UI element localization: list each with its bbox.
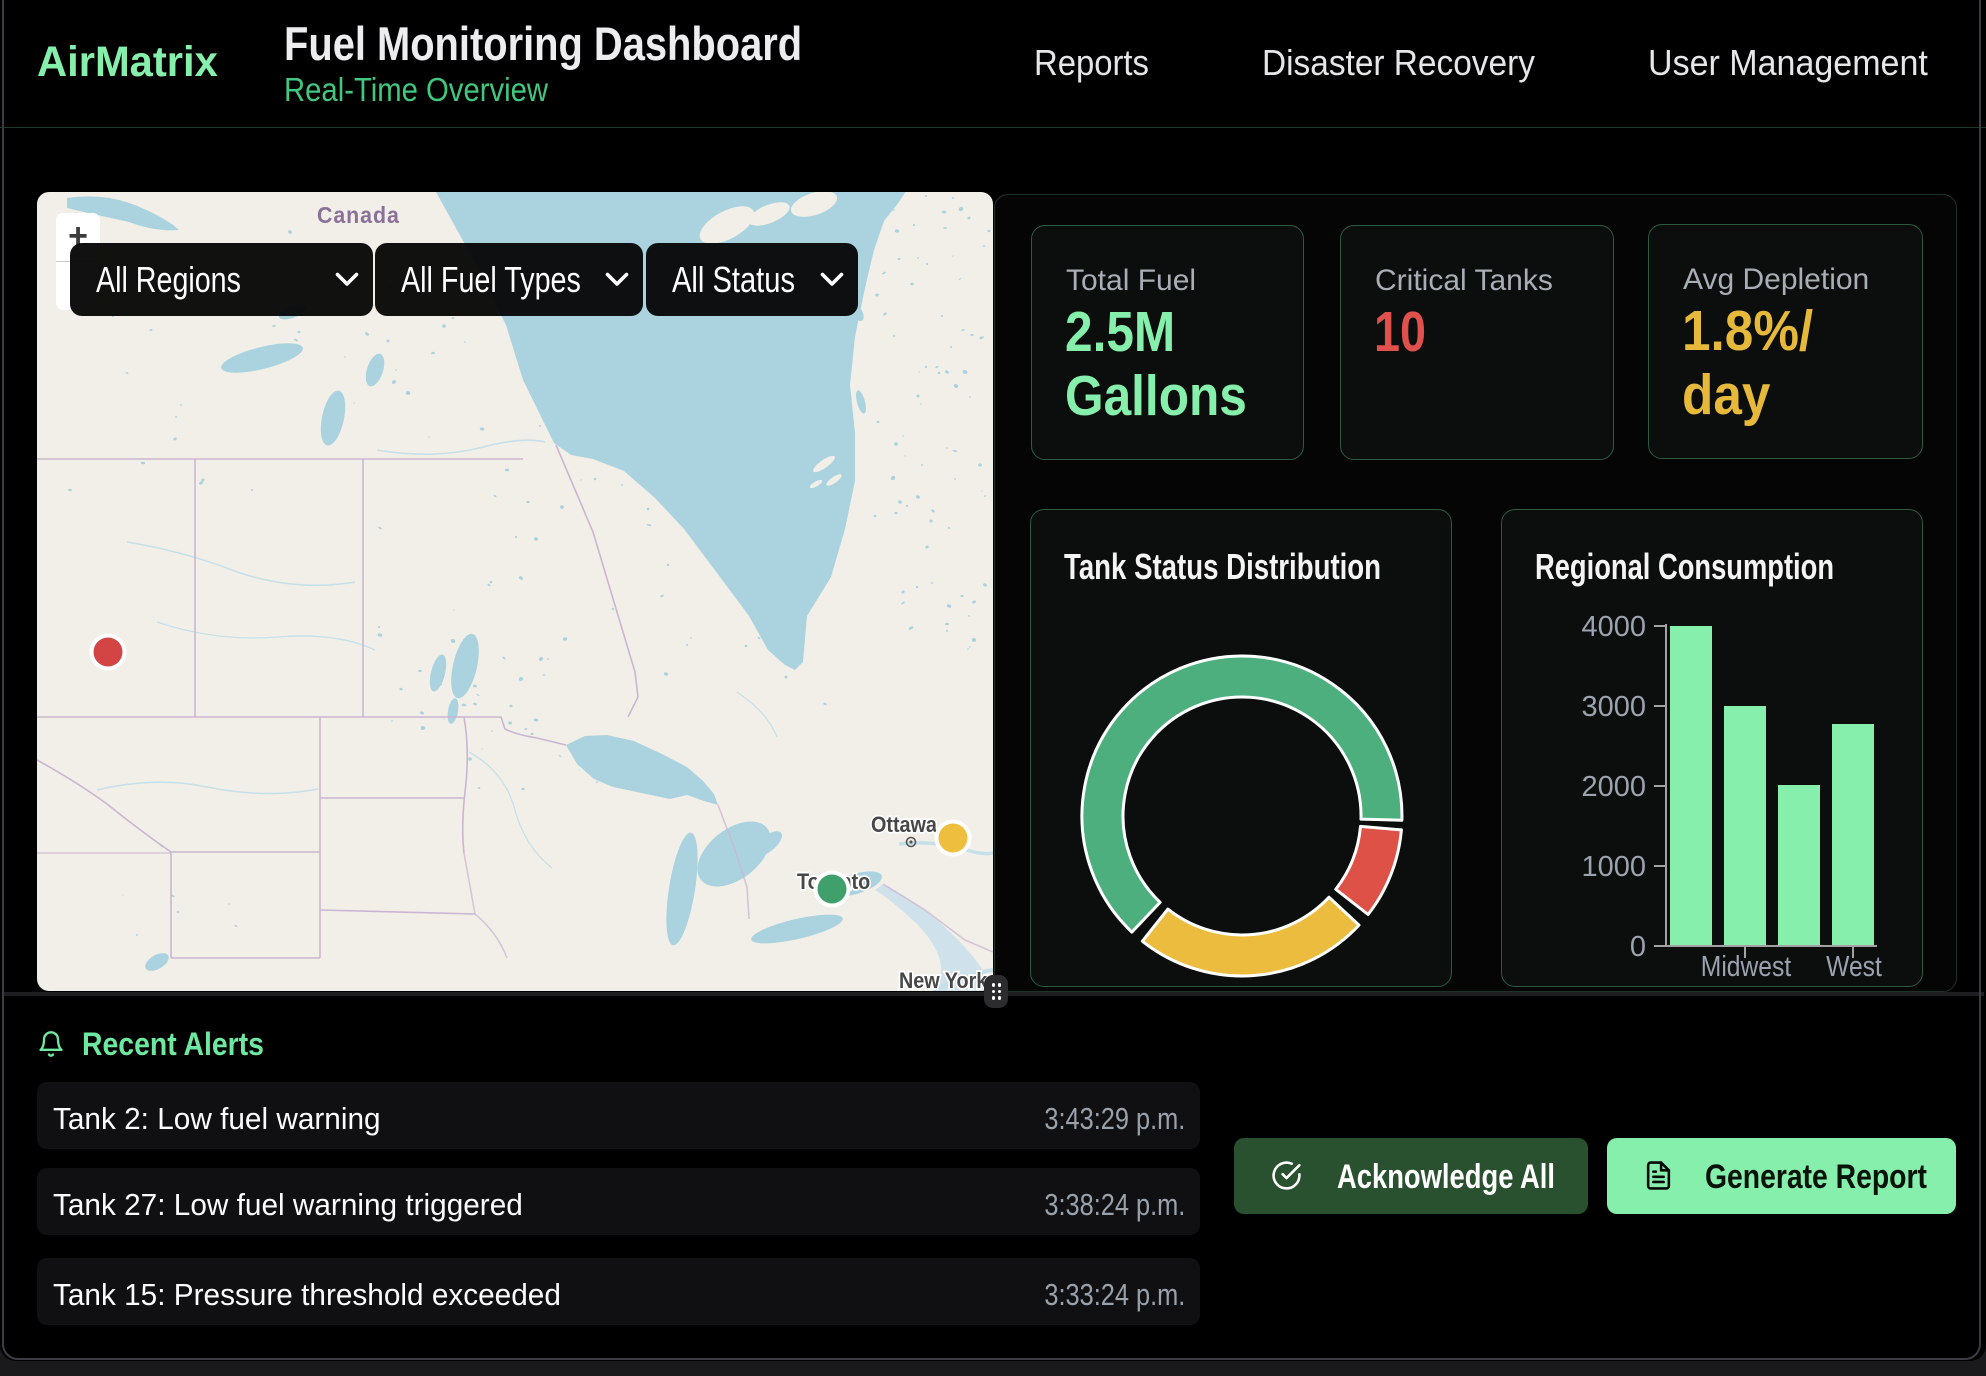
svg-text:Midwest: Midwest [1701, 950, 1792, 982]
svg-text:Ottawa: Ottawa [871, 813, 937, 837]
svg-text:1000: 1000 [1581, 851, 1646, 883]
svg-text:3000: 3000 [1581, 691, 1646, 723]
svg-text:Canada: Canada [317, 202, 400, 228]
svg-text:West: West [1826, 950, 1882, 982]
svg-text:0: 0 [1630, 931, 1646, 963]
svg-text:New York: New York [899, 969, 988, 991]
svg-text:4000: 4000 [1581, 611, 1646, 643]
svg-text:2000: 2000 [1581, 771, 1646, 803]
